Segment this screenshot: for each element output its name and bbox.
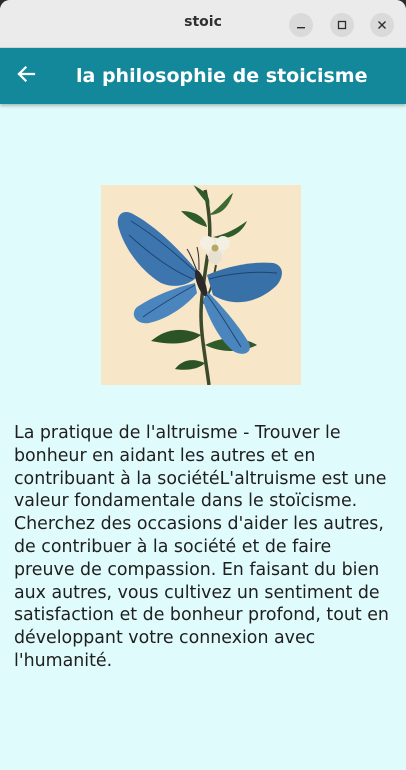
page-title: la philosophie de stoicisme [76,65,368,87]
close-icon [377,20,387,30]
back-button[interactable] [12,62,40,90]
minimize-icon [296,20,306,30]
maximize-icon [337,20,347,30]
maximize-button[interactable] [330,13,354,37]
app-window: stoic la philosophie de stoicisme La pra… [0,0,406,770]
arrow-left-icon [16,64,36,88]
butterfly-illustration [101,184,301,386]
close-button[interactable] [370,13,394,37]
window-titlebar[interactable]: stoic [0,0,406,48]
minimize-button[interactable] [289,13,313,37]
philosophy-description: La pratique de l'altruisme - Trouver le … [14,423,389,671]
app-bar: la philosophie de stoicisme [0,48,406,104]
